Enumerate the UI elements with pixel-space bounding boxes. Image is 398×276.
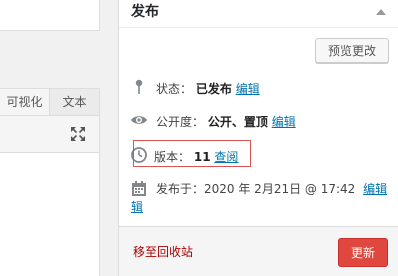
editor-title-area	[0, 0, 100, 31]
pin-icon	[130, 78, 148, 96]
calendar-icon	[130, 180, 148, 198]
publish-date-value: 2020 年 2月21日 @ 17:42	[204, 182, 356, 196]
visibility-row: 公开度： 公开、置顶 编辑	[119, 111, 398, 131]
revisions-highlight-box	[133, 140, 251, 167]
publish-date-edit-link[interactable]: 编辑	[363, 182, 387, 196]
visibility-value: 公开、置顶	[207, 115, 268, 129]
publish-box-header[interactable]: 发布	[119, 0, 398, 28]
tab-visual[interactable]: 可视化	[0, 88, 50, 116]
publish-date-label: 发布于：	[156, 182, 205, 196]
expand-arrows-icon[interactable]	[70, 126, 86, 142]
publish-date-edit-link-wrap[interactable]: 辑	[131, 198, 143, 215]
eye-icon	[130, 111, 148, 129]
collapse-arrow-icon[interactable]	[376, 9, 386, 15]
publish-date-row: 发布于：2020 年 2月21日 @ 17:42 编辑 辑	[119, 180, 398, 220]
editor-content-area[interactable]	[0, 152, 100, 276]
move-to-trash-link[interactable]: 移至回收站	[133, 243, 193, 260]
status-label: 状态：	[156, 82, 193, 96]
visibility-edit-link[interactable]: 编辑	[272, 115, 296, 129]
visibility-label: 公开度：	[156, 115, 205, 129]
preview-changes-button[interactable]: 预览更改	[315, 38, 389, 63]
status-edit-link[interactable]: 编辑	[236, 82, 260, 96]
publish-box-title: 发布	[131, 4, 159, 20]
editor-tabs: 可视化 文本	[0, 88, 100, 116]
tab-text[interactable]: 文本	[50, 88, 100, 116]
editor-toolbar	[0, 115, 100, 152]
publish-box-footer: 移至回收站 更新	[119, 226, 398, 276]
publish-box: 发布 预览更改 状态： 已发布 编辑 公开度： 公开、置顶 编辑 版本： 11 …	[118, 0, 398, 276]
status-row: 状态： 已发布 编辑	[119, 78, 398, 98]
status-value: 已发布	[195, 82, 232, 96]
update-button[interactable]: 更新	[338, 238, 388, 267]
